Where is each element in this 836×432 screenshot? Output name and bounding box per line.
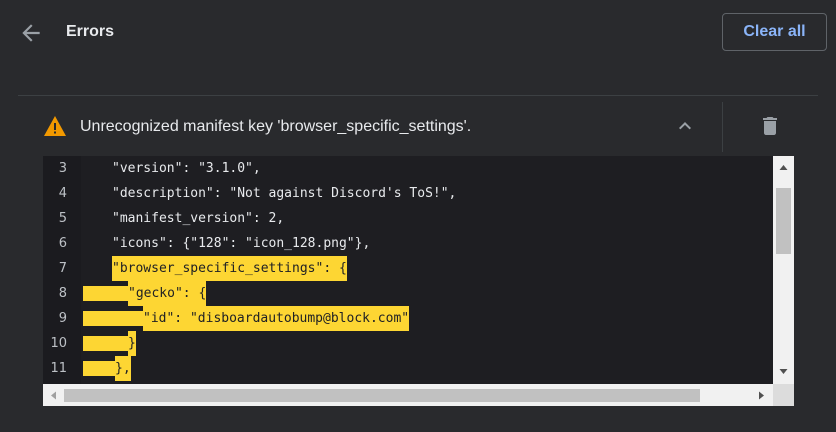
- code-text: },: [115, 356, 131, 381]
- code-line-highlighted: 8 "gecko": {: [43, 281, 773, 306]
- line-number: 4: [58, 186, 67, 201]
- vertical-scrollbar-thumb[interactable]: [776, 188, 791, 254]
- code-line-highlighted: 11 },: [43, 356, 773, 381]
- line-number: 5: [58, 211, 67, 226]
- separator: [722, 102, 723, 152]
- delete-button[interactable]: [758, 114, 782, 138]
- code-text: "manifest_version": 2,: [112, 211, 285, 226]
- line-number: 7: [58, 261, 67, 276]
- trash-icon: [763, 117, 777, 135]
- code-line: 3 "version": "3.1.0",: [43, 156, 773, 181]
- arrow-back-icon: [22, 24, 40, 42]
- clear-all-button[interactable]: Clear all: [722, 13, 827, 51]
- horizontal-scrollbar-thumb[interactable]: [64, 389, 700, 402]
- error-message: Unrecognized manifest key 'browser_speci…: [80, 118, 472, 135]
- scroll-down-arrow[interactable]: [776, 364, 791, 379]
- line-number: 3: [58, 161, 67, 176]
- highlight-indent: [83, 361, 115, 376]
- code-text: }: [128, 331, 136, 356]
- code-line: 6 "icons": {"128": "icon_128.png"},: [43, 231, 773, 256]
- code-text: "version": "3.1.0",: [112, 161, 261, 176]
- scrollbar-corner: [773, 384, 794, 406]
- error-item[interactable]: Unrecognized manifest key 'browser_speci…: [18, 96, 818, 156]
- scroll-right-arrow[interactable]: [754, 388, 769, 403]
- chevron-up-icon: [679, 122, 691, 130]
- code-line-highlighted: 7 "browser_specific_settings": {: [43, 256, 773, 281]
- warning-icon: [43, 115, 67, 137]
- highlight-indent: [83, 336, 128, 351]
- code-text: "description": "Not against Discord's To…: [112, 186, 457, 201]
- code-text: "browser_specific_settings": {: [112, 256, 347, 281]
- scroll-up-arrow[interactable]: [776, 160, 791, 175]
- line-number: 8: [58, 286, 67, 301]
- code-text: "icons": {"128": "icon_128.png"},: [112, 236, 371, 251]
- line-number: 11: [50, 361, 67, 376]
- scroll-left-arrow[interactable]: [46, 388, 61, 403]
- highlight-indent: [83, 286, 128, 301]
- page-title: Errors: [66, 23, 115, 40]
- line-number: 9: [58, 311, 67, 326]
- code-line-highlighted: 10 }: [43, 331, 773, 356]
- code-line: 5 "manifest_version": 2,: [43, 206, 773, 231]
- back-button[interactable]: [18, 20, 44, 46]
- collapse-button[interactable]: [673, 114, 697, 138]
- code-line-highlighted: 9 "id": "disboardautobump@block.com": [43, 306, 773, 331]
- code-text: "gecko": {: [128, 281, 207, 306]
- highlight-indent: [83, 311, 143, 326]
- line-number: 10: [50, 336, 67, 351]
- code-line: 4 "description": "Not against Discord's …: [43, 181, 773, 206]
- code-text: "id": "disboardautobump@block.com": [143, 306, 410, 331]
- page-header: Errors Clear all: [0, 0, 836, 66]
- line-number: 6: [58, 236, 67, 251]
- code-viewer[interactable]: 3 "version": "3.1.0", 4 "description": "…: [43, 156, 794, 406]
